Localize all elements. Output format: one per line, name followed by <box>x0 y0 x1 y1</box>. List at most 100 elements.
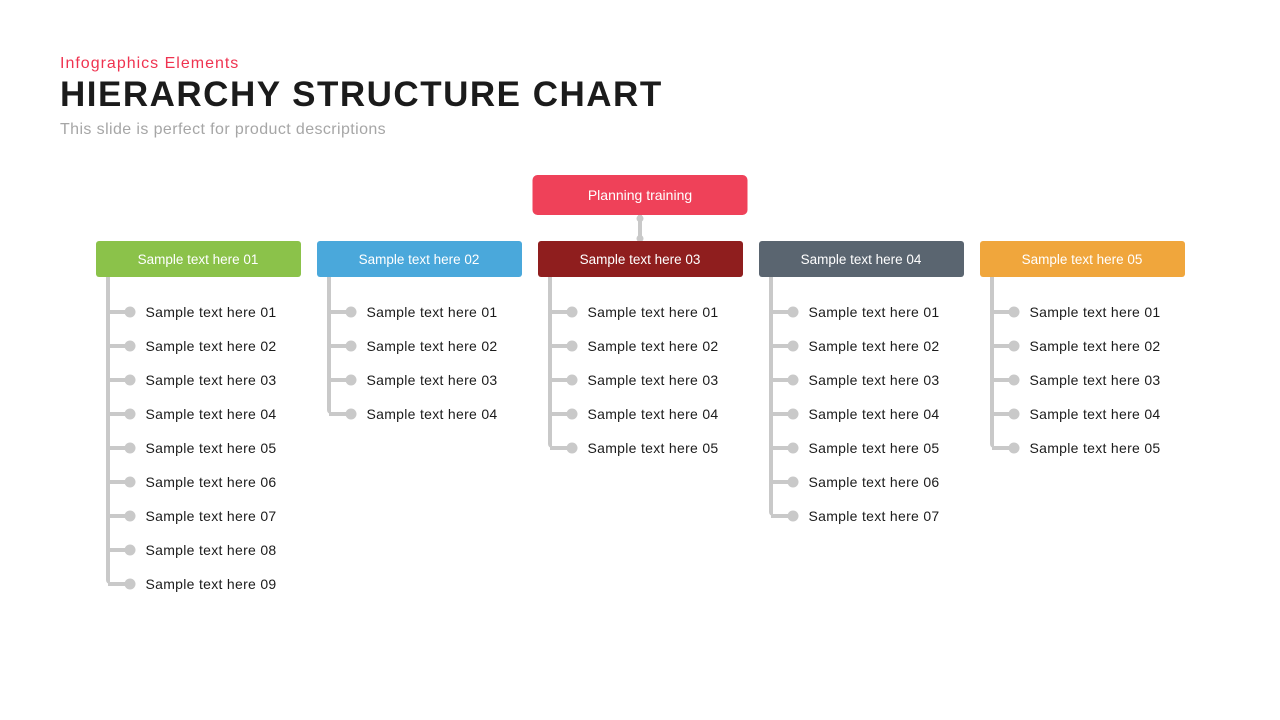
bullet-dot-icon <box>124 409 135 420</box>
column-header: Sample text here 03 <box>538 241 743 277</box>
list-item-label: Sample text here 03 <box>367 372 498 388</box>
page-title: HIERARCHY STRUCTURE CHART <box>60 75 1220 115</box>
list-item: Sample text here 04 <box>759 397 964 431</box>
list-item: Sample text here 02 <box>96 329 301 363</box>
column: Sample text here 05Sample text here 01Sa… <box>980 241 1185 601</box>
bullet-dot-icon <box>1008 307 1019 318</box>
list-item: Sample text here 02 <box>538 329 743 363</box>
column: Sample text here 03Sample text here 01Sa… <box>538 241 743 601</box>
bullet-dot-icon <box>124 307 135 318</box>
bullet-dot-icon <box>566 307 577 318</box>
list-item: Sample text here 01 <box>759 295 964 329</box>
list-item-label: Sample text here 04 <box>588 406 719 422</box>
bullet-dot-icon <box>1008 443 1019 454</box>
list-item-label: Sample text here 05 <box>146 440 277 456</box>
column-body: Sample text here 01 Sample text here 02 Sa… <box>759 277 964 533</box>
bullet-dot-icon <box>1008 375 1019 386</box>
list-item-label: Sample text here 05 <box>588 440 719 456</box>
list-item: Sample text here 08 <box>96 533 301 567</box>
list-item-label: Sample text here 06 <box>146 474 277 490</box>
bullet-dot-icon <box>124 443 135 454</box>
list-item-label: Sample text here 01 <box>367 304 498 320</box>
list-item: Sample text here 02 <box>317 329 522 363</box>
column-header: Sample text here 01 <box>96 241 301 277</box>
bullet-dot-icon <box>566 409 577 420</box>
column-body: Sample text here 01Sample text here 02Sa… <box>980 277 1185 465</box>
bullet-dot-icon <box>566 375 577 386</box>
bullet-dot-icon <box>566 443 577 454</box>
list-item-label: Sample text here 02 <box>588 338 719 354</box>
list-item: Sample text here 03 <box>759 363 964 397</box>
list-item-label: Sample text here 05 <box>809 440 940 456</box>
list-item-label: Sample text here 07 <box>809 508 940 524</box>
list-item: Sample text here 04 <box>317 397 522 431</box>
bullet-dot-icon <box>345 409 356 420</box>
list-item: Sample text here 01 <box>538 295 743 329</box>
column-header: Sample text here 04 <box>759 241 964 277</box>
list-item: Sample text here 03 <box>538 363 743 397</box>
bullet-dot-icon <box>787 443 798 454</box>
list-item-label: Sample text here 02 <box>146 338 277 354</box>
root-node: Planning training <box>533 175 748 215</box>
list-item: Sample text here 03 <box>317 363 522 397</box>
column: Sample text here 04Sample text here 01Sa… <box>759 241 964 601</box>
column-header: Sample text here 02 <box>317 241 522 277</box>
list-item: Sample text here 01 <box>96 295 301 329</box>
bullet-dot-icon <box>124 579 135 590</box>
list-item-label: Sample text here 03 <box>809 372 940 388</box>
column: Sample text here 01Sample text here 01Sa… <box>96 241 301 601</box>
list-item-label: Sample text here 04 <box>809 406 940 422</box>
bullet-dot-icon <box>1008 409 1019 420</box>
column-header: Sample text here 05 <box>980 241 1185 277</box>
bullet-dot-icon <box>787 375 798 386</box>
list-item-label: Sample text here 02 <box>367 338 498 354</box>
bullet-dot-icon <box>787 341 798 352</box>
list-item: Sample text here 04 <box>96 397 301 431</box>
columns-container: Sample text here 01 Sample text here 01 Sa… <box>0 241 1280 601</box>
bullet-dot-icon <box>124 545 135 556</box>
list-item: Sample text here 01 <box>317 295 522 329</box>
bullet-dot-icon <box>345 307 356 318</box>
list-item: Sample text here 01 <box>980 295 1185 329</box>
list-item-label: Sample text here 08 <box>146 542 277 558</box>
list-item: Sample text here 03 <box>980 363 1185 397</box>
list-item-label: Sample text here 03 <box>146 372 277 388</box>
bullet-dot-icon <box>345 341 356 352</box>
pretitle: Infographics Elements <box>60 55 1220 73</box>
bullet-dot-icon <box>566 341 577 352</box>
list-item-label: Sample text here 04 <box>367 406 498 422</box>
list-item: Sample text here 07 <box>759 499 964 533</box>
list-item: Sample text here 05 <box>538 431 743 465</box>
list-item: Sample text here 06 <box>759 465 964 499</box>
list-item-label: Sample text here 05 <box>1030 440 1161 456</box>
list-item: Sample text here 07 <box>96 499 301 533</box>
bullet-dot-icon <box>787 477 798 488</box>
subtitle: This slide is perfect for product descri… <box>60 121 1220 139</box>
bullet-dot-icon <box>124 341 135 352</box>
list-item-label: Sample text here 04 <box>146 406 277 422</box>
column-body: Sample text here 01 Sample text here 02 Sa… <box>538 277 743 465</box>
bullet-dot-icon <box>1008 341 1019 352</box>
bullet-dot-icon <box>124 477 135 488</box>
list-item-label: Sample text here 02 <box>809 338 940 354</box>
list-item-label: Sample text here 07 <box>146 508 277 524</box>
list-item-label: Sample text here 03 <box>588 372 719 388</box>
list-item-label: Sample text here 01 <box>146 304 277 320</box>
column-body: Sample text here 01 Sample text here 02 Sa… <box>96 277 301 601</box>
list-item-label: Sample text here 01 <box>1030 304 1161 320</box>
column-body: Sample text here 01 Sample text here 02 Sa… <box>317 277 522 431</box>
list-item: Sample text here 05 <box>980 431 1185 465</box>
list-item: Sample text here 05 <box>96 431 301 465</box>
bullet-dot-icon <box>787 409 798 420</box>
list-item: Sample text here 04 <box>538 397 743 431</box>
list-item: Sample text here 05 <box>759 431 964 465</box>
bullet-dot-icon <box>345 375 356 386</box>
bullet-dot-icon <box>787 307 798 318</box>
list-item: Sample text here 03 <box>96 363 301 397</box>
list-item-label: Sample text here 06 <box>809 474 940 490</box>
bullet-dot-icon <box>787 511 798 522</box>
list-item-label: Sample text here 09 <box>146 576 277 592</box>
bullet-dot-icon <box>124 375 135 386</box>
column: Sample text here 02Sample text here 01Sa… <box>317 241 522 601</box>
list-item: Sample text here 02 <box>759 329 964 363</box>
